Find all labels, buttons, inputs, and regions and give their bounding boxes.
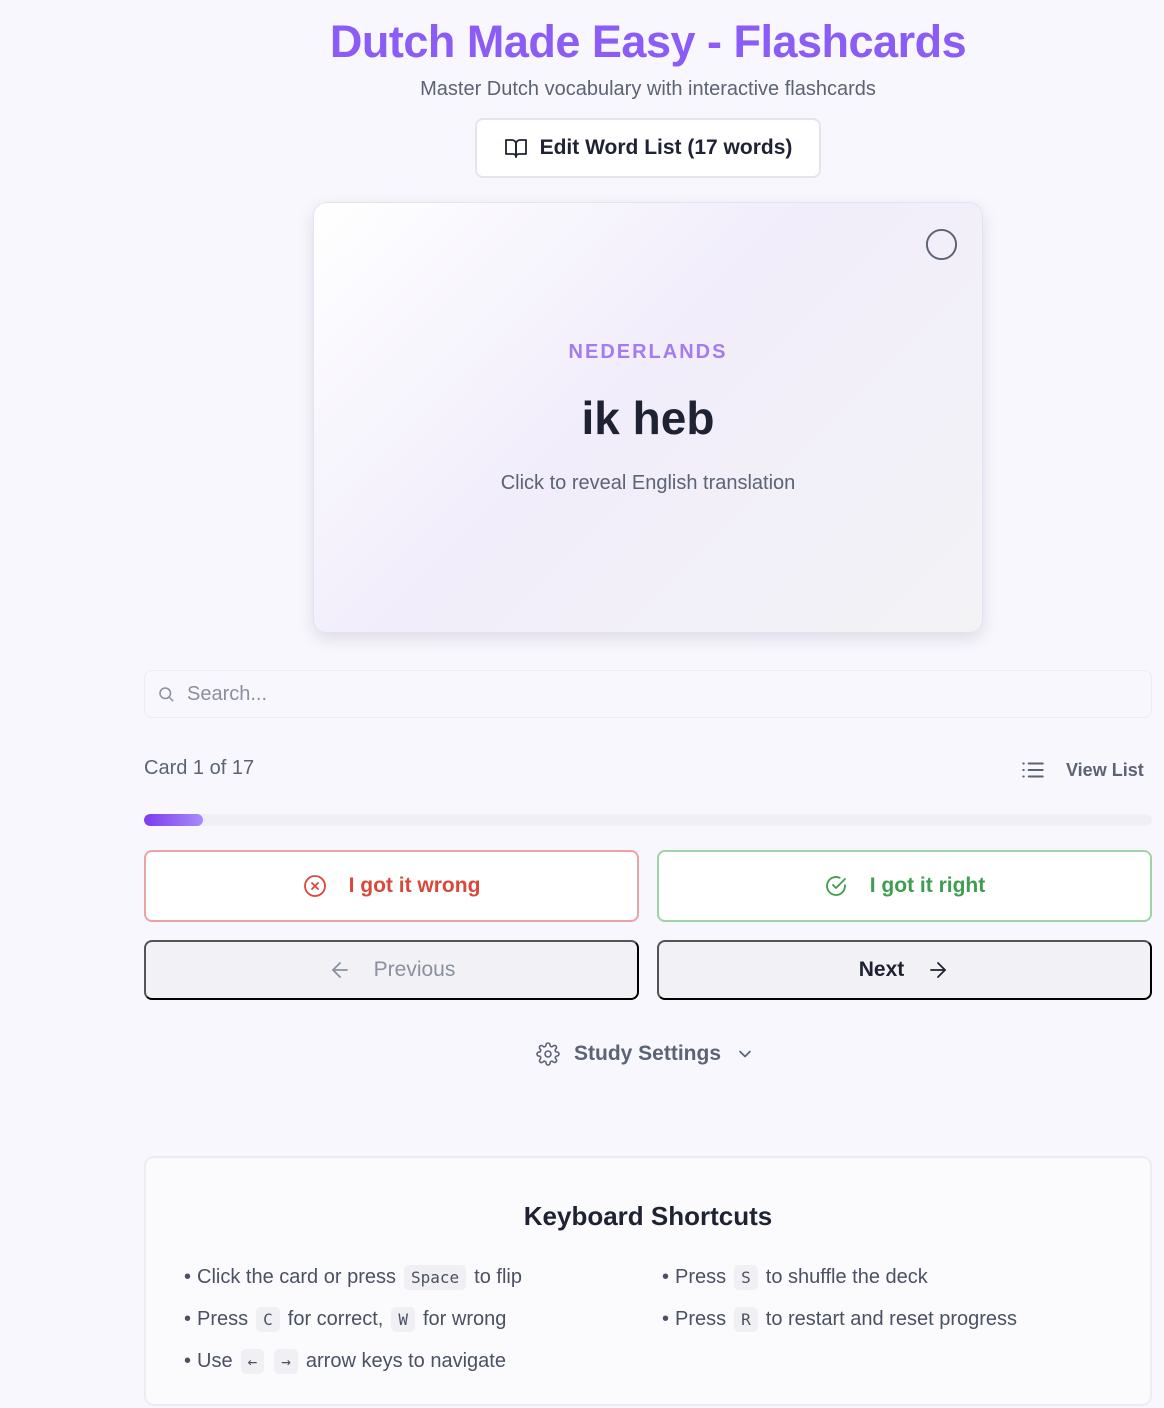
search-box [144, 670, 1152, 718]
key-arrow-left: ← [240, 1348, 265, 1374]
got-it-wrong-button[interactable]: I got it wrong [144, 850, 639, 922]
edit-word-list-label: Edit Word List (17 words) [539, 136, 793, 159]
shortcuts-column-left: • Click the card or press Space to flip … [184, 1256, 522, 1382]
shortcut-text: Click the card or press [197, 1265, 396, 1288]
previous-label: Previous [373, 958, 456, 981]
shortcut-text: Press [197, 1307, 249, 1330]
key-c: C [256, 1306, 280, 1332]
study-settings-label: Study Settings [574, 1042, 722, 1065]
got-it-wrong-label: I got it wrong [348, 874, 481, 897]
shortcut-text: for correct, [287, 1307, 384, 1330]
check-circle-icon [825, 876, 846, 896]
shortcut-text: to flip [474, 1265, 522, 1288]
shortcut-flip: • Click the card or press Space to flip [184, 1256, 522, 1298]
x-circle-icon [303, 875, 326, 897]
edit-word-list-button[interactable]: Edit Word List (17 words) [475, 118, 821, 178]
card-word: ik heb [581, 392, 715, 444]
bullet: • [662, 1265, 670, 1288]
shortcut-restart: • Press R to restart and reset progress [662, 1298, 1017, 1340]
circle-icon[interactable] [925, 228, 958, 261]
next-button[interactable]: Next [657, 940, 1152, 1000]
search-icon [159, 687, 174, 702]
keyboard-shortcuts-panel: Keyboard Shortcuts • Click the card or p… [144, 1156, 1152, 1406]
shortcut-text: Use [197, 1349, 233, 1372]
card-counter: Card 1 of 17 [144, 757, 255, 779]
key-s: S [734, 1264, 758, 1290]
got-it-right-label: I got it right [869, 874, 986, 897]
key-r: R [734, 1306, 758, 1332]
gear-icon [536, 1042, 560, 1066]
shortcut-text: to shuffle the deck [765, 1265, 928, 1288]
list-icon [1022, 762, 1044, 778]
previous-button[interactable]: Previous [144, 940, 639, 1000]
shortcut-text: for wrong [423, 1307, 507, 1330]
card-hint: Click to reveal English translation [500, 472, 796, 494]
key-space: Space [403, 1264, 467, 1290]
key-w: W [391, 1306, 415, 1332]
view-list-button[interactable]: View List [1020, 756, 1144, 784]
chevron-down-icon [739, 1050, 751, 1058]
keyboard-shortcuts-title: Keyboard Shortcuts [523, 1201, 773, 1231]
shortcut-text: Press [675, 1307, 727, 1330]
book-open-icon [504, 139, 527, 158]
shortcut-navigate: • Use ← → arrow keys to navigate [184, 1340, 522, 1382]
bullet: • [662, 1307, 670, 1330]
shortcut-text: arrow keys to navigate [305, 1349, 506, 1372]
next-label: Next [858, 958, 905, 981]
bullet: • [184, 1307, 192, 1330]
search-input[interactable] [187, 682, 1151, 706]
shortcut-mark: • Press C for correct, W for wrong [184, 1298, 522, 1340]
page-title: Dutch Made Easy - Flashcards [329, 16, 967, 67]
shortcut-text: to restart and reset progress [765, 1307, 1018, 1330]
flashcard[interactable]: NEDERLANDS ik heb Click to reveal Englis… [313, 202, 983, 633]
bullet: • [184, 1265, 192, 1288]
view-list-label: View List [1066, 759, 1144, 780]
arrow-left-icon [331, 962, 348, 978]
page-subtitle: Master Dutch vocabulary with interactive… [420, 78, 876, 100]
progress-bar-fill [144, 814, 204, 826]
key-arrow-right: → [274, 1348, 298, 1374]
shortcut-shuffle: • Press S to shuffle the deck [662, 1256, 1017, 1298]
shortcut-text: Press [675, 1265, 727, 1288]
bullet: • [184, 1349, 192, 1372]
shortcuts-column-right: • Press S to shuffle the deck • Press R … [662, 1256, 1017, 1340]
card-language-label: NEDERLANDS [568, 341, 728, 363]
study-settings-toggle[interactable]: Study Settings [536, 1038, 755, 1070]
arrow-right-icon [930, 962, 947, 978]
got-it-right-button[interactable]: I got it right [657, 850, 1152, 922]
progress-bar [144, 814, 1152, 826]
